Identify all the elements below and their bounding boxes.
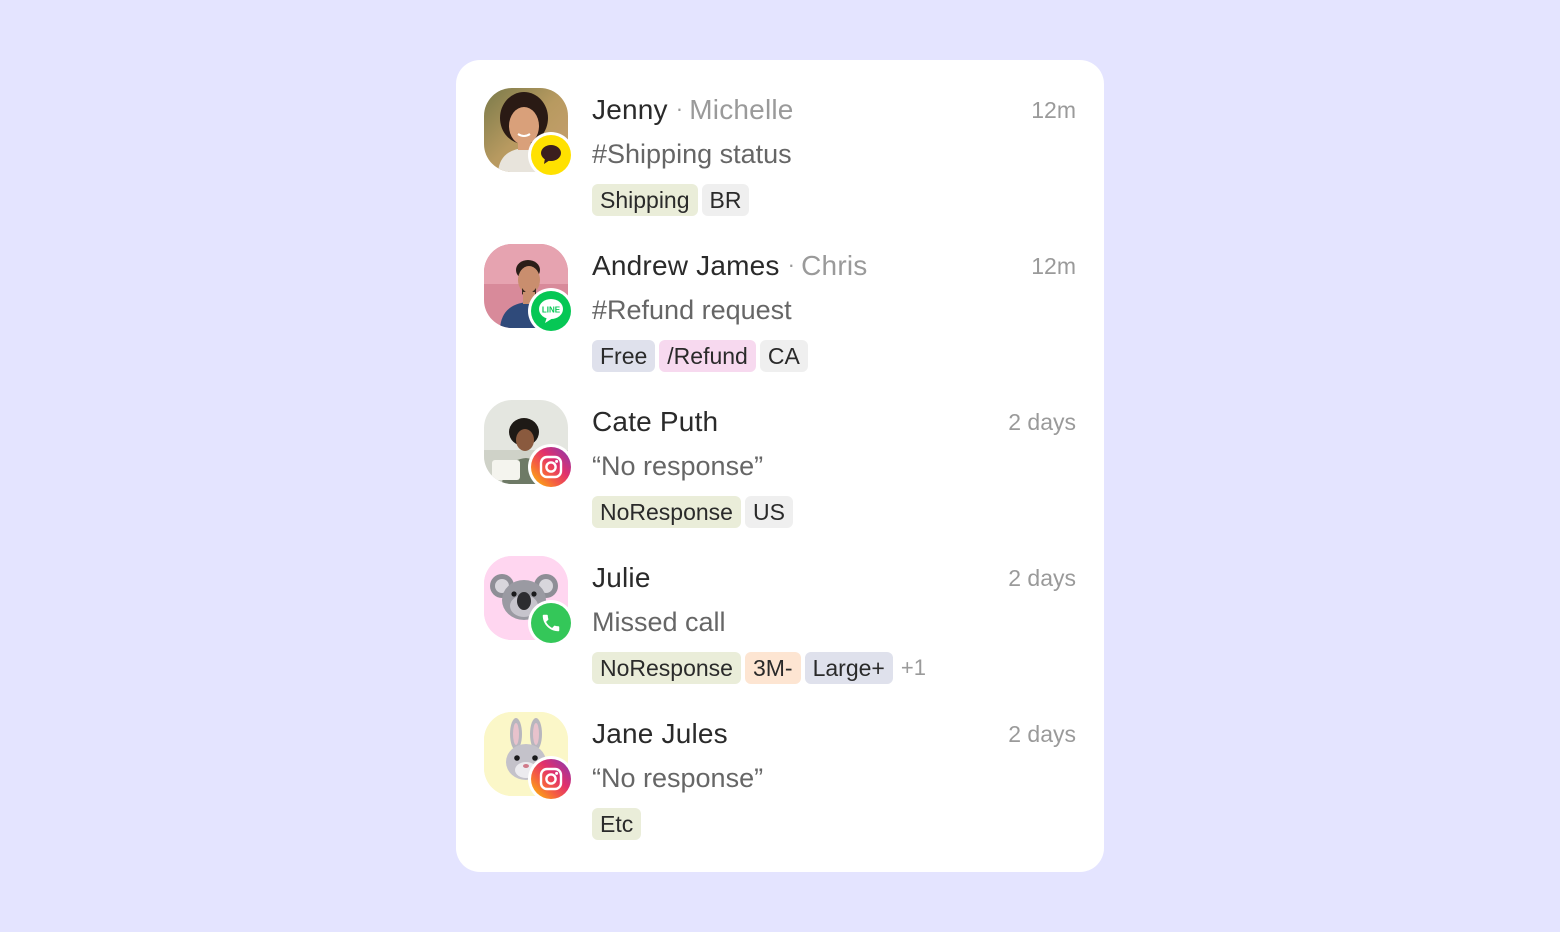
tag: NoResponse <box>592 652 741 684</box>
contact-line: Cate Puth <box>592 404 718 440</box>
line-label: LINE <box>542 306 561 315</box>
tag: Shipping <box>592 184 698 216</box>
tag: Large+ <box>804 652 893 684</box>
tag: /Refund <box>659 340 756 372</box>
contact-line: Andrew James · Chris <box>592 248 867 286</box>
separator-dot: · <box>675 96 684 121</box>
conversation-item-cate-puth[interactable]: Cate Puth 2 days “No response” NoRespons… <box>484 400 1076 540</box>
last-message: “No response” <box>592 763 764 793</box>
timestamp: 2 days <box>1008 721 1076 747</box>
kakaotalk-icon <box>528 132 574 178</box>
tag: Free <box>592 340 656 372</box>
timestamp: 2 days <box>1008 409 1076 435</box>
tag: NoResponse <box>592 496 741 528</box>
tag: CA <box>759 340 808 372</box>
instagram-icon <box>528 756 574 802</box>
tag-list: NoResponse US <box>592 496 793 528</box>
contact-line: Julie <box>592 560 651 596</box>
conversation-item-jane-jules[interactable]: Jane Jules 2 days “No response” Etc <box>484 712 1076 852</box>
tag-list: NoResponse 3M- Large+ +1 <box>592 652 926 684</box>
line-icon: LINE <box>528 288 574 334</box>
tag-list: Shipping BR <box>592 184 750 216</box>
tag-list: Free /Refund CA <box>592 340 808 372</box>
instagram-icon <box>528 444 574 490</box>
conversation-item-julie[interactable]: Julie 2 days Missed call NoResponse 3M- … <box>484 556 1076 696</box>
last-message: Missed call <box>592 607 726 637</box>
contact-name: Julie <box>592 562 651 593</box>
tag: US <box>744 496 793 528</box>
tag: BR <box>701 184 750 216</box>
contact-name: Cate Puth <box>592 406 719 437</box>
timestamp: 12m <box>1031 97 1076 123</box>
conversation-item-jenny[interactable]: Jenny · Michelle 12m #Shipping status Ship… <box>484 88 1076 228</box>
separator-dot: · <box>787 252 796 277</box>
assignee-name: Michelle <box>689 94 794 125</box>
contact-name: Andrew James <box>592 250 780 281</box>
contact-line: Jenny · Michelle <box>592 92 794 130</box>
tag: Etc <box>592 808 642 840</box>
more-tags-count[interactable]: +1 <box>901 655 926 681</box>
conversation-item-andrew-james[interactable]: LINE Andrew James · Chris 12m #Refund requ… <box>484 244 1076 384</box>
conversation-list: Jenny · Michelle 12m #Shipping status Ship… <box>456 60 1104 872</box>
phone-icon <box>528 600 574 646</box>
contact-name: Jane Jules <box>592 718 728 749</box>
timestamp: 2 days <box>1008 565 1076 591</box>
last-message: #Refund request <box>592 295 792 325</box>
timestamp: 12m <box>1031 253 1076 279</box>
assignee-name: Chris <box>801 250 868 281</box>
contact-name: Jenny <box>592 94 668 125</box>
contact-line: Jane Jules <box>592 716 728 752</box>
tag-list: Etc <box>592 808 642 840</box>
tag: 3M- <box>744 652 801 684</box>
last-message: “No response” <box>592 451 764 481</box>
last-message: #Shipping status <box>592 139 792 169</box>
